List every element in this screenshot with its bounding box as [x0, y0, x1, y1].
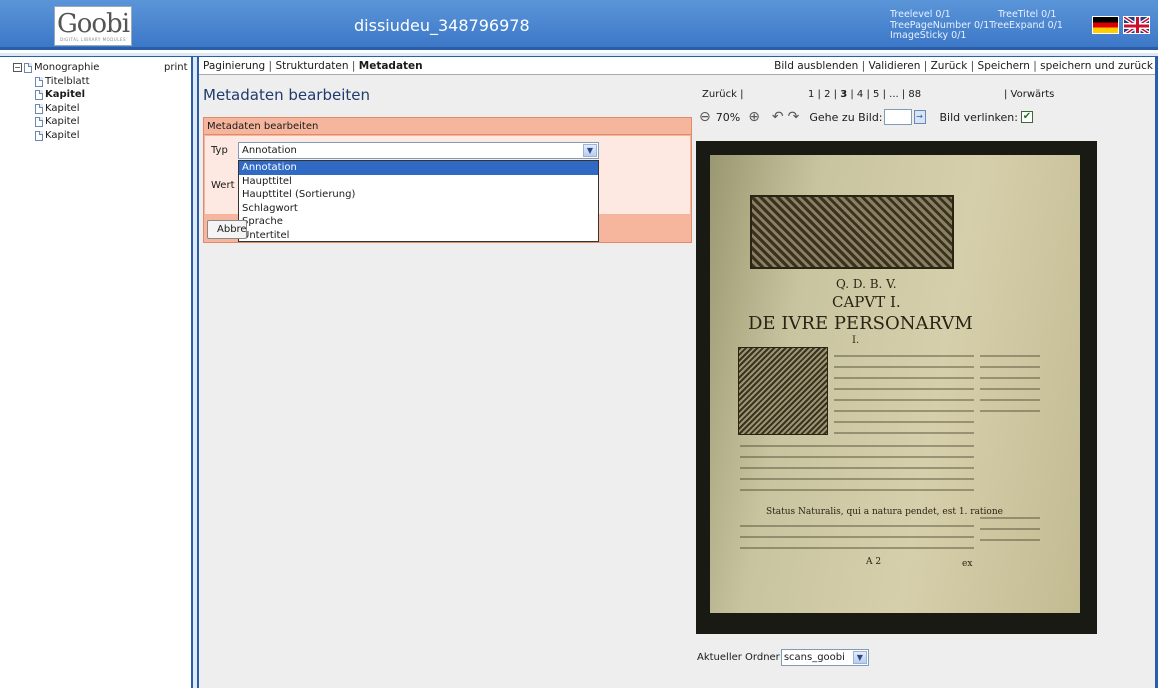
typ-dropdown-list[interactable]: Annotation Haupttitel Haupttitel (Sortie… — [238, 160, 599, 242]
nav-strukturdaten[interactable]: Strukturdaten — [275, 60, 348, 72]
tree-item-label[interactable]: Kapitel — [45, 129, 80, 142]
dropdown-option[interactable]: Schlagwort — [239, 202, 598, 216]
rotate-left-icon[interactable]: ↶ — [772, 109, 784, 125]
tree-root-label[interactable]: Monographie — [34, 61, 99, 74]
folder-selected-value: scans_goobi — [783, 652, 845, 663]
tree-item-kapitel[interactable]: Kapitel — [35, 102, 80, 115]
scan-header-line: Q. D. B. V. — [836, 277, 897, 291]
page-link[interactable]: 1 — [808, 89, 814, 100]
goto-arrow-icon[interactable]: → — [913, 110, 926, 124]
tree-info: Treelevel 0/1 TreeTitel 0/1 TreePageNumbe… — [890, 9, 1063, 42]
treelevel-link[interactable]: Treelevel 0/1 — [890, 9, 998, 21]
logo-subtext: DIGITAL LIBRARY MODULES — [59, 36, 127, 42]
page-link[interactable]: 4 — [857, 89, 863, 100]
logo-text: Goobi — [56, 8, 130, 39]
goto-image-input[interactable] — [883, 109, 912, 125]
page-link[interactable]: 2 — [824, 89, 830, 100]
tree-print-link[interactable]: print — [164, 62, 188, 73]
flag-uk-icon[interactable] — [1123, 16, 1150, 34]
document-icon — [24, 62, 32, 73]
dropdown-option[interactable]: Untertitel — [239, 229, 598, 243]
goto-label: Gehe zu Bild: — [809, 110, 883, 124]
scan-page: Q. D. B. V. CAPVT I. DE IVRE PERSONARVM … — [710, 155, 1080, 613]
document-icon — [35, 130, 43, 141]
frame-divider[interactable] — [191, 57, 199, 688]
nav-paginierung[interactable]: Paginierung — [203, 60, 265, 72]
nav-metadaten[interactable]: Metadaten — [359, 60, 423, 72]
folder-select[interactable]: scans_goobi ▼ — [780, 649, 869, 666]
image-tools: ⊖ 70% ⊕ ↶ ↷ Gehe zu Bild: → Bild verlink… — [699, 108, 1033, 126]
dropdown-option[interactable]: Sprache — [239, 215, 598, 229]
document-icon — [35, 89, 43, 100]
folder-label: Aktueller Ordner — [697, 652, 780, 663]
document-icon — [35, 116, 43, 127]
page-links[interactable]: 1 | 2 | 3 | 4 | 5 | ... | 88 — [808, 89, 921, 100]
page-link[interactable]: 5 — [873, 89, 879, 100]
dropdown-option[interactable]: Annotation — [239, 161, 598, 175]
page-links-text[interactable]: 1 | 2 | 3 | 4 | 5 | ... | 88 — [808, 89, 921, 100]
goobi-logo[interactable]: Goobi DIGITAL LIBRARY MODULES — [54, 6, 132, 46]
tree-item-kapitel-selected[interactable]: Kapitel — [35, 88, 85, 101]
panel-header: Metadaten bearbeiten — [204, 118, 691, 135]
image-pagination: Zurück | 1 | 2 | 3 | 4 | 5 | ... | 88 | … — [702, 89, 1102, 103]
page-title: Metadaten bearbeiten — [203, 86, 370, 104]
typ-label: Typ — [211, 145, 228, 156]
app-header: Goobi DIGITAL LIBRARY MODULES dissiudeu_… — [0, 0, 1158, 50]
zoom-in-icon[interactable]: ⊕ — [748, 109, 760, 125]
main-toolbar: Paginierung | Strukturdaten | Metadaten … — [199, 58, 1155, 75]
scan-image[interactable]: Q. D. B. V. CAPVT I. DE IVRE PERSONARVM … — [696, 141, 1097, 634]
tree-item-titelblatt[interactable]: Titelblatt — [35, 75, 90, 88]
link-image-checkbox[interactable]: ✔ — [1020, 111, 1033, 123]
link-image-label: Bild verlinken: — [939, 110, 1018, 124]
typ-select[interactable]: Annotation ▼ — [238, 142, 599, 159]
page-link[interactable]: ... — [889, 89, 899, 100]
scan-title: DE IVRE PERSONARVM — [748, 313, 973, 334]
chevron-down-icon[interactable]: ▼ — [583, 144, 597, 157]
validate-link[interactable]: Validieren — [868, 60, 920, 72]
hide-image-link[interactable]: Bild ausblenden — [774, 60, 858, 72]
next-image-link[interactable]: | Vorwärts — [1004, 89, 1054, 100]
document-icon — [35, 103, 43, 114]
save-link[interactable]: Speichern — [978, 60, 1030, 72]
process-title: dissiudeu_348796978 — [354, 16, 530, 35]
abort-button[interactable]: Abbrechen — [207, 220, 247, 239]
imagesticky-link[interactable]: ImageSticky 0/1 — [890, 30, 966, 42]
typ-selected-value: Annotation — [242, 145, 297, 156]
tree-item-label[interactable]: Titelblatt — [45, 75, 90, 88]
dropdown-option[interactable]: Haupttitel — [239, 175, 598, 189]
dropdown-option[interactable]: Haupttitel (Sortierung) — [239, 188, 598, 202]
zoom-level: 70% — [715, 110, 741, 124]
document-icon — [35, 76, 43, 87]
tree-item-label[interactable]: Kapitel — [45, 102, 80, 115]
wert-label: Wert — [211, 180, 235, 191]
scan-caput: CAPVT I. — [832, 293, 901, 311]
treetitel-link[interactable]: TreeTitel 0/1 — [998, 9, 1056, 21]
chevron-down-icon[interactable]: ▼ — [852, 651, 867, 664]
page-link[interactable]: 88 — [908, 89, 921, 100]
page-link[interactable]: 3 — [840, 89, 847, 100]
scan-page-signature: A 2 — [866, 557, 882, 567]
prev-image-link[interactable]: Zurück | — [702, 89, 743, 100]
treeexpand-link[interactable]: TreeExpand 0/1 — [989, 20, 1063, 32]
zoom-out-icon[interactable]: ⊖ — [699, 109, 711, 125]
collapse-icon[interactable]: − — [13, 63, 22, 72]
back-link[interactable]: Zurück — [931, 60, 968, 72]
tree-item-kapitel[interactable]: Kapitel — [35, 115, 80, 128]
structure-tree-panel — [6, 58, 191, 688]
flag-de-icon[interactable] — [1092, 16, 1119, 34]
save-and-back-link[interactable]: speichern und zurück — [1040, 60, 1153, 72]
tree-item-kapitel[interactable]: Kapitel — [35, 129, 80, 142]
scan-numeral: I. — [852, 335, 860, 346]
scan-status-line: Status Naturalis, qui a natura pendet, e… — [766, 507, 1003, 517]
tree-item-label[interactable]: Kapitel — [45, 88, 85, 101]
frame-separator — [0, 53, 1158, 57]
tree-item-label[interactable]: Kapitel — [45, 115, 80, 128]
ornament-image — [750, 195, 954, 269]
rotate-right-icon[interactable]: ↷ — [788, 109, 800, 125]
folder-row: Aktueller Ordner scans_goobi ▼ — [697, 649, 869, 666]
scan-catchword: ex — [962, 559, 973, 569]
initial-letter-image — [738, 347, 828, 435]
tree-root[interactable]: − Monographie — [13, 61, 99, 74]
